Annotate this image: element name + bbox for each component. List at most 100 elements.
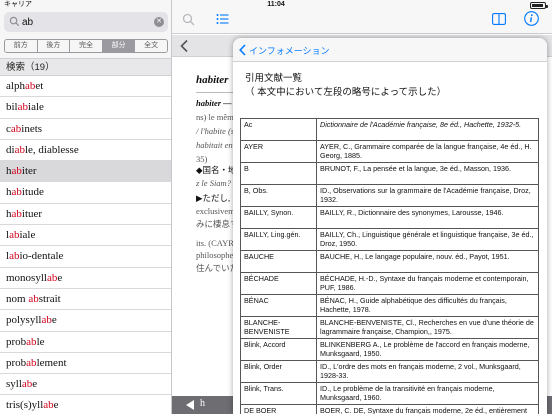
mode-fulltext[interactable]: 全文 (135, 40, 167, 52)
info-icon[interactable] (524, 11, 539, 26)
result-text: syll (6, 378, 22, 391)
list-icon[interactable] (216, 13, 229, 25)
result-text: inets (21, 122, 43, 135)
result-item[interactable]: probable (0, 331, 171, 353)
result-highlight: ab (41, 314, 52, 327)
result-text: monosyll (6, 271, 47, 284)
reference-row: B BRUNOT, F., La pensée et la langue, 3e … (240, 162, 539, 185)
result-text: itude (21, 186, 44, 199)
reference-description: ID., Observations sur la grammaire de l'… (316, 184, 539, 207)
result-highlight: ab (24, 80, 36, 92)
result-text: prob (6, 335, 27, 348)
result-highlight: ab (46, 271, 58, 284)
results-count-header: 検索（19） (0, 58, 171, 76)
result-item[interactable]: bilabiale (0, 97, 171, 119)
result-highlight: ab (26, 356, 37, 369)
reference-abbr: BLANCHE-BENVENISTE (240, 316, 317, 339)
result-item[interactable]: diable, diablesse (0, 139, 171, 162)
result-text: e (51, 314, 57, 327)
entry-line: ns) le mêm (196, 112, 234, 122)
reference-description: BAILLY, Ch., Linguistique générale et li… (316, 228, 539, 251)
result-item[interactable]: nom abstrait (0, 288, 171, 311)
result-text: ituer (21, 207, 43, 220)
result-highlight: ab (28, 292, 39, 305)
heading-title: 引用文献一覧 (245, 73, 303, 84)
result-item[interactable]: alphabet (0, 76, 171, 98)
result-text: alph (6, 80, 25, 92)
result-highlight: ab (43, 399, 54, 412)
reference-abbr: B (240, 162, 317, 185)
search-input[interactable] (22, 14, 142, 30)
result-item[interactable]: monosyllabe (0, 267, 171, 289)
entry-line: exclusivem (196, 206, 235, 216)
previous-entry-label[interactable]: h (200, 398, 205, 409)
result-item[interactable]: labiale (0, 225, 171, 247)
result-text: et (35, 80, 44, 92)
reference-abbr: DE BOER (240, 404, 317, 414)
mode-prefix[interactable]: 前方 (5, 40, 38, 52)
result-highlight: ab (11, 165, 22, 178)
mode-partial[interactable]: 部分 (102, 40, 136, 52)
book-icon[interactable] (492, 13, 506, 25)
result-item[interactable]: habiter (0, 161, 171, 183)
heading-subtitle: （ 本文中において左段の略号によって示した） (245, 87, 447, 98)
reference-abbr: BAILLY, Ling.gén. (240, 228, 317, 251)
result-item[interactable]: tris(s)yllabe (0, 395, 171, 414)
entry-line: its. (CAYR (196, 238, 234, 248)
clear-search-icon[interactable]: ✕ (154, 17, 164, 27)
result-text: le (36, 335, 45, 348)
entry-line: habitait en (196, 140, 233, 150)
reference-row: BAUCHE BAUCHE, H., Le langage populaire, … (240, 250, 539, 273)
reference-abbr: B, Obs. (240, 184, 317, 207)
result-text: iter (21, 165, 37, 178)
popover-heading: 引用文献一覧 （ 本文中において左段の略号によって示した） (245, 72, 446, 100)
reference-description: BLANCHE-BENVENISTE, Cl., Recherches en v… (316, 316, 539, 339)
status-bar: キャリア 11:04 (0, 0, 552, 10)
chevron-left-icon[interactable] (179, 39, 189, 53)
result-item[interactable]: habituer (0, 203, 171, 226)
reference-description: ID., Le problème de la transitivité en f… (316, 382, 539, 405)
result-item[interactable]: probablement (0, 352, 171, 375)
search-icon (9, 16, 20, 27)
result-item[interactable]: cabinets (0, 118, 171, 140)
result-text: strait (38, 292, 61, 305)
result-text: iale (28, 101, 44, 114)
result-text: tris(s)yll (6, 399, 44, 412)
reference-row: Blink, Trans. ID., Le problème de la tran… (240, 382, 539, 405)
reference-abbr: BÉCHADE (240, 272, 317, 295)
result-item[interactable]: polysyllabe (0, 310, 171, 332)
entry-line: ▶ただし, (196, 193, 231, 203)
search-box: ✕ (4, 12, 168, 32)
reference-row: BÉCHADE BÉCHADE, H.-D., Syntaxe du frança… (240, 272, 539, 295)
reference-row: B, Obs. ID., Observations sur la grammair… (240, 184, 539, 207)
result-text: nom (6, 292, 29, 305)
reference-row: BÉNAC BÉNAC, H., Guide alphabétique des d… (240, 294, 539, 317)
popover-back-button[interactable]: インフォメーション (239, 43, 330, 57)
result-text: le, diablesse (24, 143, 79, 156)
reference-description: Dictionnaire de l'Académie française, 8e… (316, 118, 539, 141)
reference-abbr: BAILLY, Synon. (240, 206, 317, 229)
popover-nav-bar: インフォメーション (233, 38, 547, 62)
result-text: prob (6, 356, 27, 369)
result-highlight: ab (11, 207, 22, 220)
result-text: lement (36, 356, 67, 369)
entry-title: habiter (196, 74, 229, 86)
entry-line: / l'habite (s (196, 126, 235, 136)
result-item[interactable]: habitude (0, 182, 171, 204)
search-mode-control: 前方 後方 完全 部分 全文 (4, 39, 168, 53)
result-item[interactable]: labio-dentale (0, 246, 171, 268)
result-text: e (53, 399, 59, 412)
mode-suffix[interactable]: 後方 (37, 40, 71, 52)
reference-description: AYER, C., Grammaire comparée de la langu… (316, 140, 539, 163)
reference-description: BOER, C. DE, Syntaxe du français moderne… (316, 404, 539, 414)
mode-exact[interactable]: 完全 (70, 40, 103, 52)
reference-description: ID., L'ordre des mots en français modern… (316, 360, 539, 383)
result-text: e (57, 271, 63, 284)
result-text: di (6, 143, 15, 156)
info-popover: インフォメーション 引用文献一覧 （ 本文中において左段の略号によって示した） … (233, 38, 547, 414)
battery-icon (530, 2, 548, 9)
search-icon[interactable] (182, 13, 195, 26)
result-item[interactable]: syllabe (0, 374, 171, 396)
entry-line: 住んでいた (196, 263, 239, 273)
previous-entry-icon[interactable] (186, 400, 194, 410)
